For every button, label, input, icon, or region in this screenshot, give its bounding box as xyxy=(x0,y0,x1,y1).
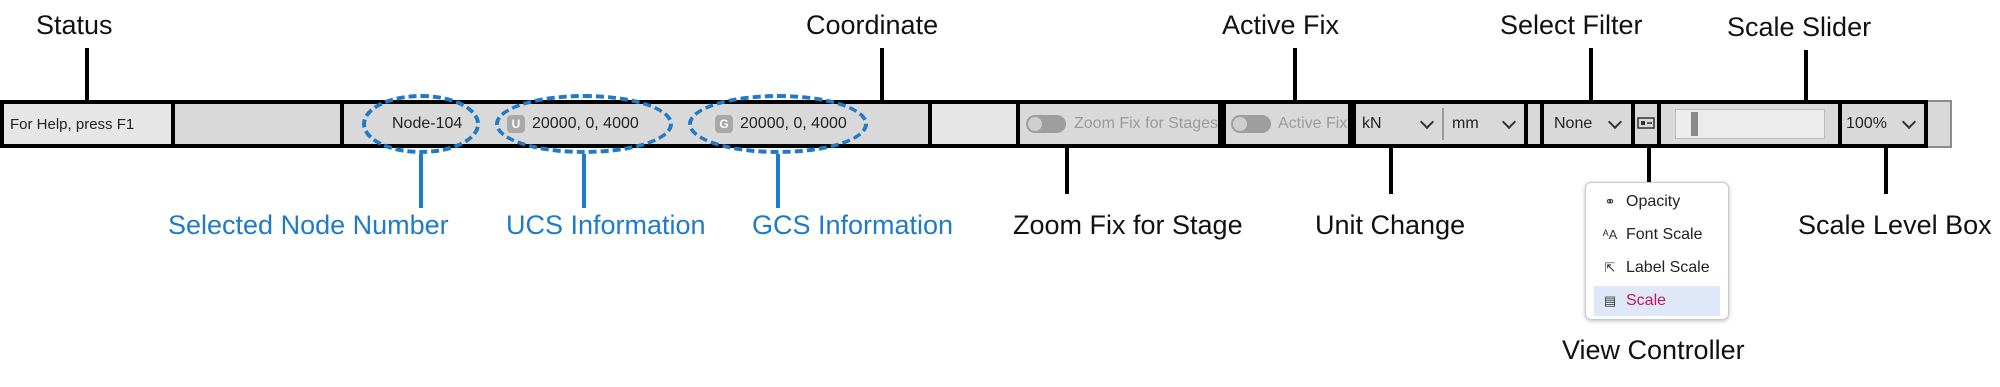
scale-level-box[interactable]: 100% xyxy=(1846,114,1887,134)
callout-selected-node-number: Selected Node Number xyxy=(168,210,449,240)
leader-scale-slider xyxy=(1804,50,1808,102)
leader-active-fix xyxy=(1293,48,1297,102)
leader-unit-change xyxy=(1389,148,1393,194)
callout-zoom-fix-for-stage: Zoom Fix for Stage xyxy=(1013,210,1243,240)
callout-scale-slider: Scale Slider xyxy=(1727,12,1872,42)
leader-coordinate xyxy=(880,48,884,102)
callout-scale-level-box: Scale Level Box xyxy=(1798,210,1992,240)
leader-status xyxy=(85,48,89,102)
leader-view-controller xyxy=(1647,148,1651,182)
callout-ucs-information: UCS Information xyxy=(506,210,706,240)
chevron-down-icon[interactable] xyxy=(1419,114,1435,130)
active-fix-field: Active Fix xyxy=(1222,100,1352,148)
menu-item-label: Opacity xyxy=(1626,193,1681,210)
menu-item-label: Label Scale xyxy=(1626,259,1710,276)
callout-status: Status xyxy=(36,10,113,40)
active-fix-toggle[interactable] xyxy=(1231,115,1271,133)
view-controller-menu: ⚭ Opacity ᴬA Font Scale ⇱ Label Scale ▤ … xyxy=(1585,182,1729,320)
chevron-down-icon[interactable] xyxy=(1901,114,1917,130)
leader-node-number xyxy=(419,154,423,208)
callout-unit-change: Unit Change xyxy=(1315,210,1466,240)
help-text: For Help, press F1 xyxy=(10,115,135,133)
chevron-down-icon[interactable] xyxy=(1501,114,1517,130)
leader-zoom-fix xyxy=(1065,148,1069,194)
menu-item-scale[interactable]: ▤ Scale xyxy=(1594,286,1720,316)
gcs-highlight xyxy=(688,94,868,154)
leader-scale-level xyxy=(1884,148,1888,194)
scale-slider-thumb[interactable] xyxy=(1691,112,1698,136)
view-controller-icon[interactable] xyxy=(1637,116,1657,132)
zoom-fix-label: Zoom Fix for Stages xyxy=(1074,115,1219,132)
select-filter-dropdown[interactable]: None xyxy=(1554,114,1592,134)
scale-level-field: 100% xyxy=(1838,100,1928,148)
menu-item-opacity[interactable]: ⚭ Opacity xyxy=(1594,187,1720,217)
select-filter-field: None xyxy=(1540,100,1635,148)
status-blank-field xyxy=(928,100,1020,148)
menu-item-label: Font Scale xyxy=(1626,226,1703,243)
unit-divider xyxy=(1442,108,1444,140)
menu-item-font-scale[interactable]: ᴬA Font Scale xyxy=(1594,220,1720,250)
unit-change-field: kN mm xyxy=(1352,100,1528,148)
callout-gcs-information: GCS Information xyxy=(752,210,954,240)
leader-gcs xyxy=(776,154,780,208)
menu-item-label: Scale xyxy=(1626,292,1667,309)
status-empty-field xyxy=(171,100,344,148)
scale-icon: ▤ xyxy=(1603,293,1617,308)
node-number-highlight xyxy=(362,94,480,154)
leader-select-filter xyxy=(1589,48,1593,102)
callout-view-controller: View Controller xyxy=(1562,335,1745,365)
ucs-highlight xyxy=(495,94,673,154)
length-unit-select[interactable]: mm xyxy=(1452,114,1479,134)
label-scale-icon: ⇱ xyxy=(1604,260,1616,275)
callout-select-filter: Select Filter xyxy=(1500,10,1643,40)
opacity-icon: ⚭ xyxy=(1604,194,1616,209)
help-text-field: For Help, press F1 xyxy=(0,100,175,148)
font-scale-icon: ᴬA xyxy=(1602,227,1618,242)
menu-item-label-scale[interactable]: ⇱ Label Scale xyxy=(1594,253,1720,283)
active-fix-label: Active Fix xyxy=(1278,115,1348,132)
leader-ucs xyxy=(582,154,586,208)
zoom-fix-field: Zoom Fix for Stages xyxy=(1016,100,1222,148)
scale-slider-field xyxy=(1657,100,1842,148)
chevron-down-icon[interactable] xyxy=(1607,114,1623,130)
zoom-fix-toggle[interactable] xyxy=(1026,115,1066,133)
callout-coordinate: Coordinate xyxy=(806,10,939,40)
force-unit-select[interactable]: kN xyxy=(1362,114,1382,134)
callout-active-fix: Active Fix xyxy=(1222,10,1340,40)
